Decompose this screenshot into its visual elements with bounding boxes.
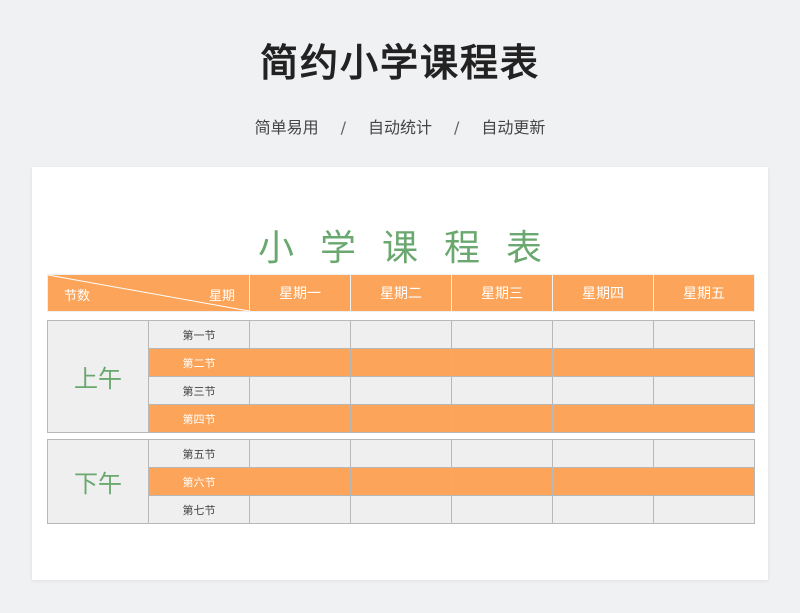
schedule-cell[interactable] — [451, 348, 553, 377]
schedule-cell[interactable] — [249, 495, 351, 524]
day-header-thu: 星期四 — [552, 274, 654, 312]
schedule-cell[interactable] — [350, 404, 452, 433]
tag-separator: / — [454, 118, 460, 137]
schedule-cell[interactable] — [350, 348, 452, 377]
table-row: 第二节 — [48, 348, 755, 377]
schedule-cell[interactable] — [552, 495, 654, 524]
schedule-cell[interactable] — [653, 495, 755, 524]
day-header-tue: 星期二 — [350, 274, 452, 312]
schedule-cell[interactable] — [552, 348, 654, 377]
schedule-cell[interactable] — [350, 376, 452, 405]
schedule-cell[interactable] — [249, 376, 351, 405]
schedule-header: 节数 星期 星期一 星期二 星期三 星期四 星期五 — [47, 274, 755, 312]
day-header-mon: 星期一 — [249, 274, 351, 312]
lesson-label: 第二节 — [148, 348, 250, 377]
schedule-cell[interactable] — [451, 376, 553, 405]
schedule-cell[interactable] — [653, 376, 755, 405]
schedule-cell[interactable] — [249, 467, 351, 496]
period-afternoon: 下午 — [47, 439, 149, 524]
table-row: 第四节 — [48, 404, 755, 433]
schedule-cell[interactable] — [249, 439, 351, 468]
day-header-wed: 星期三 — [451, 274, 553, 312]
schedule-cell[interactable] — [653, 320, 755, 349]
schedule-cell[interactable] — [653, 439, 755, 468]
schedule-cell[interactable] — [451, 439, 553, 468]
tag-auto-stat: 自动统计 — [367, 118, 432, 137]
schedule-cell[interactable] — [653, 348, 755, 377]
corner-label-weekday: 星期 — [208, 289, 235, 304]
schedule-cell[interactable] — [552, 404, 654, 433]
schedule-cell[interactable] — [552, 376, 654, 405]
schedule-cell[interactable] — [653, 404, 755, 433]
table-row: 第六节 — [48, 467, 755, 496]
table-row: 第七节 — [48, 495, 755, 524]
table-row: 第三节 — [48, 376, 755, 405]
tag-separator: / — [340, 118, 346, 137]
schedule-cell[interactable] — [350, 439, 452, 468]
schedule-cell[interactable] — [350, 495, 452, 524]
tag-auto-update: 自动更新 — [481, 118, 546, 137]
lesson-label: 第六节 — [148, 467, 250, 496]
lesson-label: 第三节 — [148, 376, 250, 405]
afternoon-block: 下午 第五节 第六节 第七节 — [47, 439, 755, 524]
morning-block: 上午 第一节 第二节 第三节 第四节 — [47, 320, 755, 433]
schedule-cell[interactable] — [350, 467, 452, 496]
period-morning: 上午 — [47, 320, 149, 433]
schedule-cell[interactable] — [249, 404, 351, 433]
corner-label-lesson: 节数 — [64, 289, 91, 304]
day-header-fri: 星期五 — [653, 274, 755, 312]
table-row: 上午 第一节 — [47, 320, 755, 433]
schedule-cell[interactable] — [451, 495, 553, 524]
schedule-cell[interactable] — [552, 467, 654, 496]
lesson-label: 第四节 — [148, 404, 250, 433]
schedule-cell[interactable] — [451, 404, 553, 433]
tag-easy: 简单易用 — [254, 118, 319, 137]
feature-tags: 简单易用 / 自动统计 / 自动更新 — [0, 114, 800, 138]
header-corner: 节数 星期 — [47, 274, 250, 312]
schedule-card: 小学课程表 节数 星期 星期一 星期二 星期三 星期四 星期五 上午 第一节 第… — [32, 167, 768, 580]
page-title: 简约小学课程表 — [259, 41, 540, 85]
schedule-cell[interactable] — [653, 467, 755, 496]
table-row: 下午 第五节 — [47, 439, 755, 524]
lesson-label: 第七节 — [148, 495, 250, 524]
schedule-cell[interactable] — [451, 467, 553, 496]
schedule-cell[interactable] — [451, 320, 553, 349]
schedule-cell[interactable] — [249, 320, 351, 349]
schedule-cell[interactable] — [249, 348, 351, 377]
schedule-cell[interactable] — [350, 320, 452, 349]
sheet-title: 小学课程表 — [257, 228, 568, 269]
schedule-cell[interactable] — [552, 439, 654, 468]
lesson-label: 第一节 — [148, 320, 250, 349]
schedule-cell[interactable] — [552, 320, 654, 349]
lesson-label: 第五节 — [148, 439, 250, 468]
